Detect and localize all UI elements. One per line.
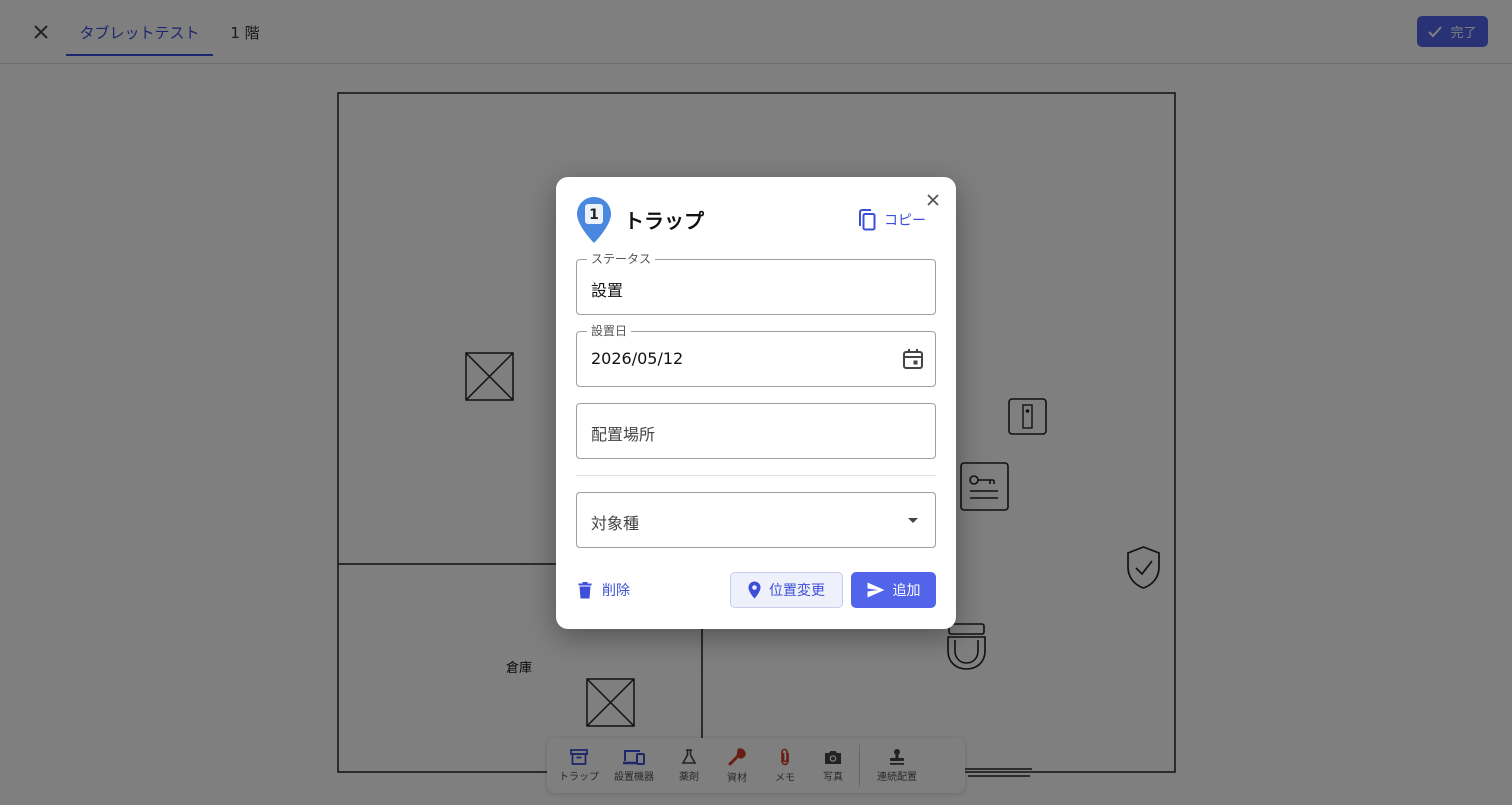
status-field-value: 設置 bbox=[591, 281, 624, 300]
add-label: 追加 bbox=[892, 583, 921, 599]
status-field-label: ステータス bbox=[587, 252, 656, 266]
trash-icon bbox=[578, 581, 592, 598]
close-icon bbox=[927, 194, 939, 206]
target-species-placeholder: 対象種 bbox=[591, 514, 640, 533]
copy-label: コピー bbox=[884, 213, 926, 229]
location-field[interactable]: 配置場所 bbox=[576, 403, 936, 459]
location-pin-icon bbox=[748, 581, 761, 599]
marker-number: 1 bbox=[589, 207, 599, 223]
copy-icon bbox=[859, 209, 876, 231]
send-icon bbox=[867, 582, 884, 598]
location-placeholder: 配置場所 bbox=[591, 425, 656, 444]
copy-button[interactable]: コピー bbox=[856, 206, 926, 234]
delete-label: 削除 bbox=[602, 583, 630, 599]
target-species-select[interactable]: 対象種 bbox=[576, 492, 936, 548]
install-date-value: 2026/05/12 bbox=[591, 349, 684, 368]
install-date-field[interactable]: 設置日 2026/05/12 bbox=[576, 324, 936, 387]
delete-button[interactable]: 削除 bbox=[578, 574, 630, 606]
move-position-label: 位置変更 bbox=[769, 583, 825, 599]
dialog-title: トラップ bbox=[624, 209, 704, 233]
add-button[interactable]: 追加 bbox=[851, 572, 936, 608]
install-date-label: 設置日 bbox=[587, 324, 632, 338]
move-position-button[interactable]: 位置変更 bbox=[730, 572, 843, 608]
calendar-icon[interactable] bbox=[901, 347, 925, 371]
dropdown-arrow-icon bbox=[908, 518, 918, 523]
form-divider bbox=[576, 475, 936, 476]
status-field[interactable]: ステータス 設置 bbox=[576, 252, 936, 315]
